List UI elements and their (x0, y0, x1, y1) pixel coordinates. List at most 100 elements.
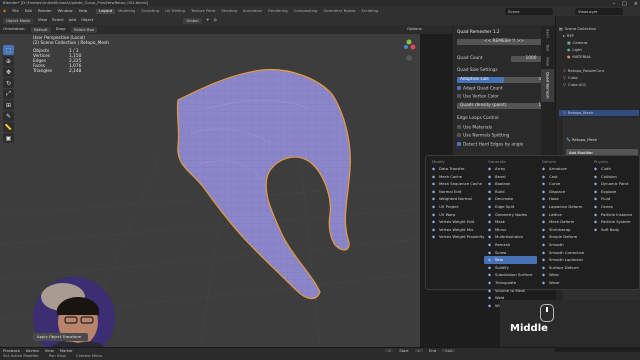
remesh-button[interactable]: << REMESH !! >> (457, 39, 551, 45)
modifier-menu-item[interactable]: ◆ Wave (538, 279, 591, 287)
modifier-menu-item[interactable]: ◆ Soft Body (590, 226, 640, 234)
use-materials-checkbox[interactable]: Use Materials (457, 125, 551, 131)
outliner-row[interactable]: ● MATERIAL (559, 54, 639, 60)
menu-view[interactable]: View (38, 18, 47, 23)
modifier-menu-item[interactable]: ◆ Smooth Laplacian (538, 256, 591, 264)
mode-dropdown[interactable]: Object Mode (3, 17, 33, 24)
measure-icon[interactable]: 📏 (3, 122, 14, 132)
modifier-menu-item[interactable]: ◆ Triangulate (484, 279, 537, 287)
annotate-icon[interactable]: ✎ (3, 111, 14, 121)
add-cube-icon[interactable]: ▣ (3, 133, 14, 143)
modifier-menu-item[interactable]: ◆ Weighted Normal (428, 195, 481, 203)
tab-tool[interactable]: Tool (541, 41, 554, 54)
modifier-menu-item[interactable]: ◆ Mesh Deform (538, 218, 591, 226)
modifier-menu-item[interactable]: ◆ UV Project (428, 203, 481, 211)
modifier-menu-item[interactable]: ◆ Boolean (484, 180, 537, 188)
modifier-menu-item[interactable]: ◆ Mirror (484, 226, 537, 234)
outliner-row[interactable]: ● Light (559, 47, 639, 53)
modifier-menu-item[interactable]: ◆ Dynamic Paint (590, 180, 640, 188)
detect-hard-edges-checkbox[interactable]: Detect Hard Edges by angle (457, 142, 551, 148)
tab-item[interactable]: Item (541, 26, 554, 41)
tab-geometry-nodes[interactable]: Geometry Nodes (320, 9, 358, 14)
proportional-icon[interactable]: ◎ (214, 18, 217, 23)
menu-object[interactable]: Object (81, 18, 93, 23)
tab-rendering[interactable]: Rendering (265, 9, 290, 14)
outliner-row[interactable]: ■ Camera (559, 40, 639, 46)
modifier-menu-item[interactable]: ◆ Solidify (484, 264, 537, 272)
use-normals-checkbox[interactable]: Use Normals Splitting (457, 133, 551, 139)
modifier-menu-item[interactable]: ◆ Decimate (484, 195, 537, 203)
maximize-icon[interactable]: □ (622, 1, 627, 7)
modifier-menu-item[interactable]: ◆ Screw (484, 249, 537, 257)
quad-size-header[interactable]: Quad Size Settings (457, 68, 551, 74)
edge-loops-header[interactable]: Edge Loops Control (457, 116, 551, 122)
modifier-menu-item[interactable]: ◆ Fluid (590, 195, 640, 203)
adaptive-size-slider[interactable]: Adaptive size 50% (457, 77, 551, 83)
tab-uv-editing[interactable]: UV Editing (162, 9, 188, 14)
modifier-menu-item[interactable]: ◆ Shrinkwrap (538, 226, 591, 234)
modifier-menu-item[interactable]: ◆ Build (484, 188, 537, 196)
menu-select[interactable]: Select (52, 18, 64, 23)
modifier-menu-item[interactable]: ◆ Array (484, 165, 537, 173)
modifier-menu-item[interactable]: ◆ Vertex Weight Edit (428, 218, 481, 226)
modifier-menu-item[interactable]: ◆ Smooth (538, 241, 591, 249)
snap-icon[interactable]: ⌖ (207, 18, 209, 23)
outliner-row-selected[interactable]: ▽ Retopo_Mesh (559, 110, 639, 116)
tab-shading[interactable]: Shading (218, 9, 239, 14)
density-field[interactable]: Quads density (paint)1.00 (457, 103, 551, 109)
menu-edit[interactable]: Edit (22, 9, 35, 14)
mesh-shape[interactable] (176, 68, 351, 300)
modifier-menu-item[interactable]: ◆ Particle Instance (590, 211, 640, 219)
menu-help[interactable]: Help (76, 9, 91, 14)
tab-view[interactable]: View (541, 54, 554, 69)
modifier-menu-item[interactable]: ◆ Cloth (590, 165, 640, 173)
modifier-menu-item[interactable]: ◆ Armature (538, 165, 591, 173)
view-layer-selector[interactable]: ViewLayer (575, 8, 623, 15)
tab-sculpting[interactable]: Sculpting (138, 9, 162, 14)
tab-texture-paint[interactable]: Texture Paint (188, 9, 219, 14)
close-icon[interactable]: × (634, 1, 638, 7)
modifier-menu-item[interactable]: ◆ Particle System (590, 218, 640, 226)
tab-modeling[interactable]: Modeling (115, 9, 138, 14)
menu-render[interactable]: Render (35, 9, 55, 14)
tab-scripting[interactable]: Scripting (359, 9, 382, 14)
tab-animation[interactable]: Animation (240, 9, 265, 14)
modifier-menu-item[interactable]: ◆ Vertex Weight Proximity (428, 233, 485, 241)
scene-selector[interactable]: Scene (505, 8, 553, 15)
modifier-menu-item[interactable]: ◆ Remesh (484, 241, 537, 249)
outliner-row[interactable]: ▸ REF (559, 33, 639, 39)
modifier-menu-item[interactable]: ◆ Subdivision Surface (484, 271, 537, 279)
tab-layout[interactable]: Layout (96, 9, 116, 14)
modifier-menu-item[interactable]: ◆ Skin (484, 256, 537, 264)
rotate-icon[interactable]: ↻ (3, 78, 14, 88)
modifier-menu-item[interactable]: ◆ Laplacian Deform (538, 203, 591, 211)
tab-compositing[interactable]: Compositing (291, 9, 321, 14)
modifier-menu-item[interactable]: ◆ Mesh Cache (428, 173, 481, 181)
menu-window[interactable]: Window (55, 9, 76, 14)
minimize-icon[interactable]: – (613, 1, 616, 7)
options-dropdown[interactable]: Options (407, 27, 422, 32)
modifier-menu-item[interactable]: ◆ Surface Deform (538, 264, 591, 272)
menu-add[interactable]: Add (69, 18, 76, 23)
modifier-menu-item[interactable]: ◆ Displace (538, 188, 591, 196)
modifier-menu-item[interactable]: ◆ Mesh Sequence Cache (428, 180, 482, 188)
modifier-menu-item[interactable]: ◆ Mask (484, 218, 537, 226)
drag-dropdown[interactable]: Select Box (71, 26, 98, 33)
transform-icon[interactable]: ⊞ (3, 100, 14, 110)
menu-file[interactable]: File (9, 9, 21, 14)
modifier-menu-item[interactable]: ◆ Smooth Corrective (538, 249, 591, 257)
modifier-menu-item[interactable]: ◆ Data Transfer (428, 165, 481, 173)
navigation-gizmo[interactable] (400, 36, 418, 66)
modifier-menu-item[interactable]: ◆ Geometry Nodes (484, 211, 537, 219)
modifier-menu-item[interactable]: ◆ Warp (538, 271, 591, 279)
outliner-row[interactable]: ▽ Retopo_ResizeCurv (559, 68, 639, 74)
modifier-menu-item[interactable]: ◆ Simple Deform (538, 233, 591, 241)
last-operator-panel[interactable]: Apply Object Transform (33, 333, 88, 341)
modifier-menu-item[interactable]: ◆ UV Warp (428, 211, 481, 219)
modifier-menu-item[interactable]: ◆ Vertex Weight Mix (428, 226, 481, 234)
outliner-row[interactable]: ▤ Scene Collection (559, 26, 639, 32)
adapt-quad-count-checkbox[interactable]: Adapt Quad Count (457, 86, 551, 92)
modifier-menu-item[interactable]: ◆ Lattice (538, 211, 591, 219)
modifier-menu-item[interactable]: ◆ Multiresolution (484, 233, 537, 241)
select-box-icon[interactable]: ⬚ (3, 45, 14, 55)
